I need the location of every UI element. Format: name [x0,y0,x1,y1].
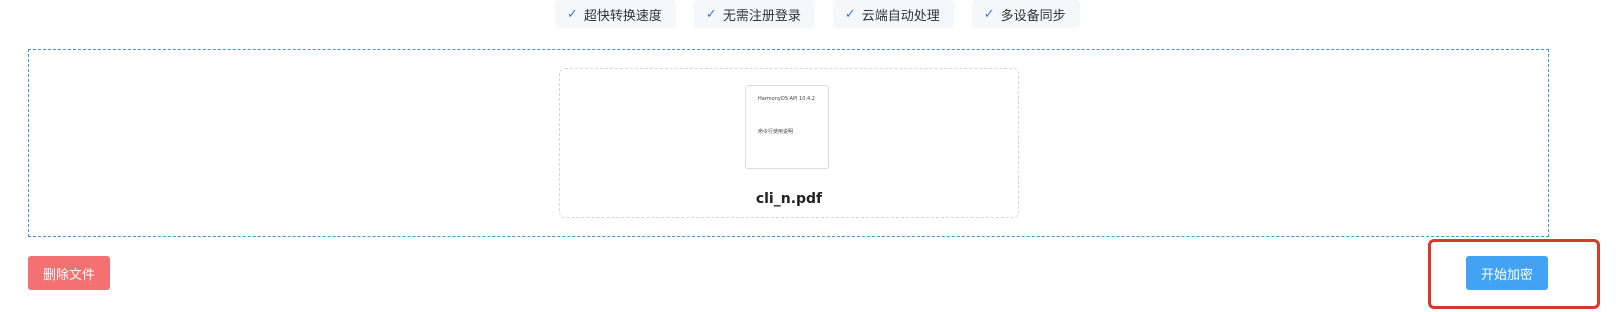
feature-label: 无需注册登录 [722,8,801,24]
feature-label: 多设备同步 [1000,8,1066,24]
start-encrypt-button[interactable]: 开始加密 [1466,256,1548,290]
file-name: cli_n.pdf [755,191,823,207]
pdf-thumbnail: HarmonyOS API 10.4.2 命令行使用说明 [745,85,829,169]
thumbnail-text-line: 命令行使用说明 [758,129,794,135]
thumbnail-text-line: HarmonyOS API 10.4.2 [758,96,815,102]
check-icon: ✓ [983,6,995,22]
feature-list: ✓ 超快转换速度 ✓ 无需注册登录 ✓ 云端自动处理 ✓ 多设备同步 [555,0,1080,28]
check-icon: ✓ [844,6,856,22]
feature-badge-sync: ✓ 多设备同步 [971,0,1080,28]
check-icon: ✓ [705,6,717,22]
feature-label: 云端自动处理 [861,8,940,24]
check-icon: ✓ [567,6,578,22]
feature-badge-no-register: ✓ 无需注册登录 [693,0,815,28]
feature-badge-speed: ✓ 超快转换速度 [555,0,676,28]
feature-badge-cloud: ✓ 云端自动处理 [832,0,954,28]
file-card[interactable]: HarmonyOS API 10.4.2 命令行使用说明 cli_n.pdf [559,68,1019,218]
delete-file-button[interactable]: 删除文件 [28,256,110,290]
feature-label: 超快转换速度 [583,8,662,24]
